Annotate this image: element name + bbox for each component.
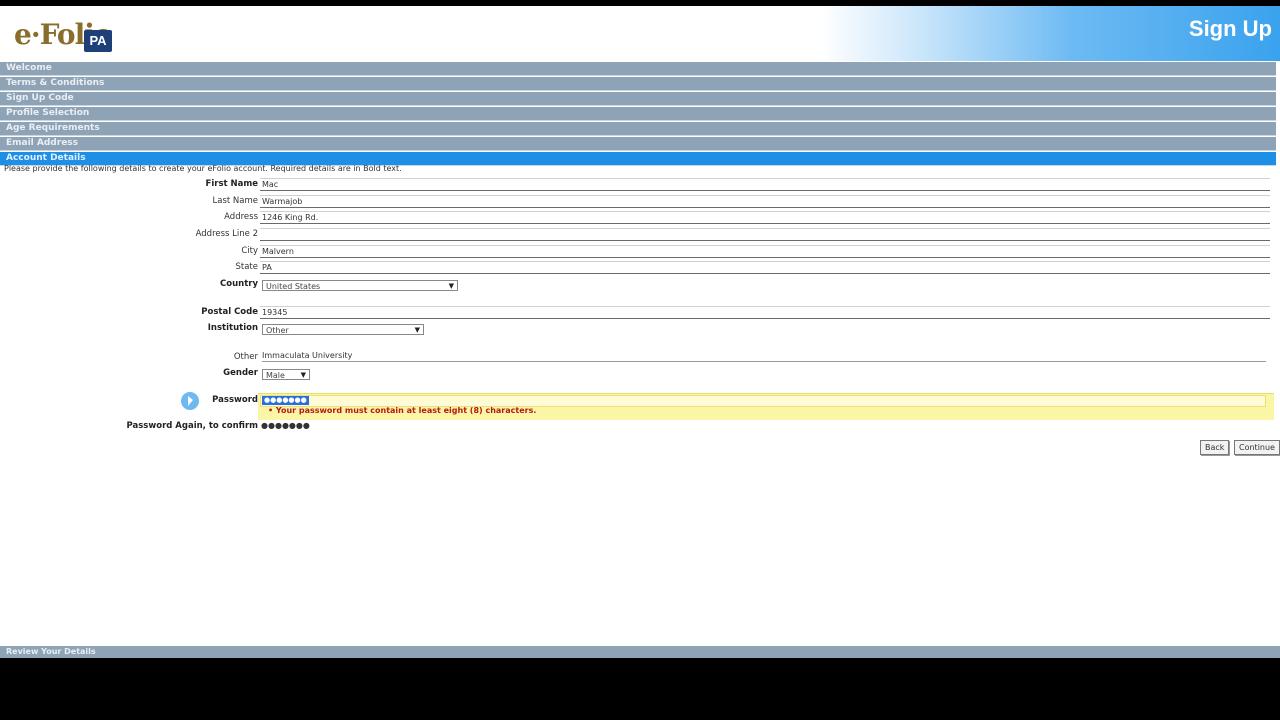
address-line2-label: Address Line 2 (195, 229, 258, 239)
first-name-field[interactable] (260, 178, 1270, 191)
password-label: Password (212, 395, 258, 405)
ucc-field[interactable]: Immaculata University (262, 351, 352, 360)
ucc-label: Other (233, 352, 258, 362)
city-field[interactable] (260, 245, 1270, 258)
institution-value: Other (266, 326, 289, 335)
step-welcome[interactable]: Welcome (0, 62, 1276, 76)
chevron-down-icon: ▼ (414, 326, 420, 334)
step-terms[interactable]: Terms & Conditions (0, 77, 1276, 91)
chevron-down-icon: ▼ (448, 282, 454, 290)
postal-code-field[interactable] (260, 306, 1270, 319)
state-field[interactable] (260, 261, 1270, 274)
step-profile-selection[interactable]: Profile Selection (0, 107, 1276, 121)
form-intro: Please provide the following details to … (4, 164, 402, 173)
last-name-label: Last Name (212, 196, 258, 206)
first-name-label: First Name (205, 179, 258, 189)
last-name-field[interactable] (260, 195, 1270, 208)
gender-label: Gender (223, 368, 258, 378)
address-label: Address (224, 212, 258, 222)
country-value: United States (266, 282, 321, 291)
institution-label: Institution (207, 323, 258, 333)
postal-code-label: Postal Code (201, 307, 258, 317)
chevron-down-icon: ▼ (300, 371, 306, 379)
city-label: City (241, 246, 258, 256)
browser-viewport: e·Folio PA Sign Up Welcome Terms & Condi… (0, 6, 1280, 658)
gender-value: Male (266, 371, 285, 380)
site-header: e·Folio PA Sign Up (0, 6, 1280, 61)
pointer-icon (188, 396, 193, 406)
password-error-message: • Your password must contain at least ei… (268, 406, 537, 415)
gender-select[interactable]: Male ▼ (262, 369, 310, 380)
ucc-underline (262, 361, 1266, 362)
password-value: ●●●●●●● (262, 396, 309, 405)
step-signup-code[interactable]: Sign Up Code (0, 92, 1276, 106)
step-email-address[interactable]: Email Address (0, 137, 1276, 151)
continue-button[interactable]: Continue (1234, 440, 1280, 455)
address-line2-field[interactable] (260, 228, 1270, 241)
country-label: Country (220, 279, 258, 289)
password-confirm-field[interactable]: ●●●●●●● (261, 421, 310, 430)
back-button[interactable]: Back (1200, 440, 1230, 455)
page-title: Sign Up (1188, 16, 1272, 41)
address-field[interactable] (260, 211, 1270, 224)
country-select[interactable]: United States ▼ (262, 280, 458, 291)
logo-badge: PA (84, 30, 112, 52)
institution-select[interactable]: Other ▼ (262, 324, 424, 335)
step-review-details[interactable]: Review Your Details (0, 646, 1280, 658)
mouse-cursor-icon (181, 392, 199, 410)
step-age-requirements[interactable]: Age Requirements (0, 122, 1276, 136)
state-label: State (235, 262, 259, 272)
wizard-steps: Welcome Terms & Conditions Sign Up Code … (0, 62, 1276, 167)
password-confirm-label: Password Again, to confirm (126, 421, 258, 431)
